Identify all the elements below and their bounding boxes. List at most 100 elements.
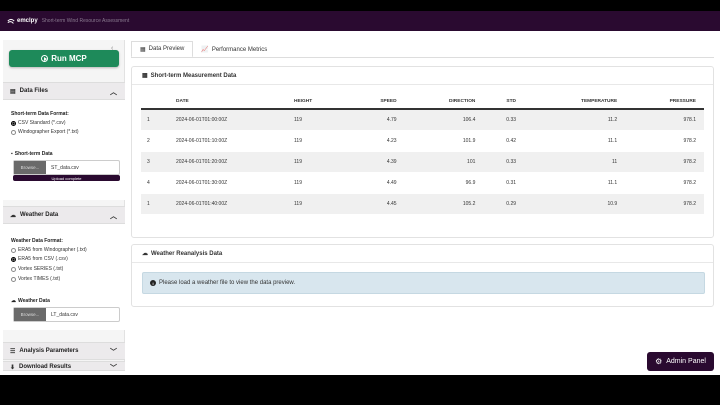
table-cell: 101 xyxy=(404,151,484,173)
gear-icon: ⚙ xyxy=(655,357,663,366)
table-cell: 96.9 xyxy=(404,172,484,194)
st-file-input[interactable]: Browse... ST_data.csv xyxy=(13,160,120,175)
st-filename: ST_data.csv xyxy=(51,164,79,171)
column-header[interactable]: PRESSURE xyxy=(625,94,704,110)
table-cell: 119 xyxy=(294,130,349,152)
column-header[interactable]: SPEED xyxy=(349,94,405,110)
admin-panel-button[interactable]: ⚙ Admin Panel xyxy=(647,352,714,371)
radio-era5-csv[interactable]: ERA5 from CSV (.csv) xyxy=(11,256,68,262)
data-files-header[interactable]: ▤ Data Files ︿ xyxy=(3,82,125,100)
table-row: 2 2024-06-01T01:10:00Z 119 4.23 101.9 0.42 11.… xyxy=(141,130,704,152)
weather-data-header[interactable]: ☁ Weather Data ︿ xyxy=(3,206,125,224)
play-icon xyxy=(41,55,49,62)
table-cell: 2024-06-01T01:30:00Z xyxy=(169,172,294,194)
table-cell: 119 xyxy=(294,172,349,194)
st-format-label: Short-term Data Format: xyxy=(11,111,69,117)
table-cell: 978.2 xyxy=(625,193,704,215)
table-cell: 11.1 xyxy=(524,130,626,152)
weather-card: ☁ Weather Reanalysis Data i Please load … xyxy=(131,244,714,307)
analysis-parameters-header[interactable]: ☰ Analysis Parameters ﹀ xyxy=(3,342,125,360)
app-window: emclpy Short-term Wind Resource Assessme… xyxy=(0,11,720,375)
weather-upload-label: ☁ Weather Data xyxy=(11,298,50,304)
tab-bar: ▦ Data Preview 📈 Performance Metrics xyxy=(131,41,275,58)
table-cell: 4.79 xyxy=(349,109,405,131)
top-bar: emclpy Short-term Wind Resource Assessme… xyxy=(0,11,720,31)
info-icon: i xyxy=(150,280,156,286)
upload-icon: ▪ xyxy=(11,151,13,157)
short-term-card: ▦ Short-term Measurement Data DATE HEIGH… xyxy=(131,66,714,238)
table-cell: 978.2 xyxy=(625,130,704,152)
radio-unselected-icon xyxy=(11,247,16,253)
table-cell: 4.39 xyxy=(349,151,405,173)
table-cell: 11.1 xyxy=(524,172,626,194)
analysis-parameters-title: Analysis Parameters xyxy=(19,348,79,354)
file-icon: ▤ xyxy=(10,88,16,95)
data-files-title: Data Files xyxy=(19,88,49,94)
weather-card-header: ☁ Weather Reanalysis Data xyxy=(132,245,713,263)
table-cell: 0.31 xyxy=(483,172,525,194)
download-icon: ⬇ xyxy=(10,365,16,371)
table-cell: 4.23 xyxy=(349,130,405,152)
table-cell: 0.29 xyxy=(483,193,525,215)
column-header[interactable] xyxy=(141,94,169,110)
weather-format-label: Weather Data Format: xyxy=(11,238,63,244)
table-cell: 11 xyxy=(524,151,626,173)
radio-selected-icon xyxy=(11,256,16,262)
tab-data-preview[interactable]: ▦ Data Preview xyxy=(131,41,194,58)
table-cell: 4.45 xyxy=(349,193,405,215)
short-term-table: DATE HEIGHT SPEED DIRECTION STD TEMPERAT… xyxy=(141,94,704,215)
radio-unselected-icon xyxy=(11,266,16,272)
table-cell: 978.2 xyxy=(625,151,704,173)
table-cell: 101.9 xyxy=(404,130,484,152)
table-cell: 4.49 xyxy=(349,172,405,194)
table-cell: 1 xyxy=(141,109,169,131)
chart-icon: 📈 xyxy=(201,47,209,53)
weather-data-panel: Weather Data Format: ERA5 from Windograp… xyxy=(3,224,125,330)
table-row: 3 2024-06-01T01:20:00Z 119 4.39 101 0.33 11 978… xyxy=(141,151,704,173)
chevron-down-icon: ﹀ xyxy=(110,365,117,372)
table-cell: 0.42 xyxy=(483,130,525,152)
column-header[interactable]: DIRECTION xyxy=(404,94,484,110)
download-results-header[interactable]: ⬇ Download Results ﹀ xyxy=(3,361,125,372)
table-cell: 2024-06-01T01:10:00Z xyxy=(169,130,294,152)
radio-vortex-series[interactable]: Vortex SERIES (.txt) xyxy=(11,266,63,272)
sliders-icon: ☰ xyxy=(10,348,16,355)
tab-divider xyxy=(131,57,714,58)
chevron-up-icon: ︿ xyxy=(110,213,117,220)
screen: emclpy Short-term Wind Resource Assessme… xyxy=(0,0,720,405)
column-header[interactable]: STD xyxy=(483,94,525,110)
table-row: 4 2024-06-01T01:30:00Z 119 4.49 96.9 0.31 11.1… xyxy=(141,172,704,194)
table-cell: 2 xyxy=(141,130,169,152)
radio-csv-standard[interactable]: CSV Standard (*.csv) xyxy=(11,120,66,126)
browse-button[interactable]: Browse... xyxy=(14,161,46,174)
table-cell: 0.33 xyxy=(483,109,525,131)
chevron-up-icon: ︿ xyxy=(110,89,117,96)
app-subtitle: Short-term Wind Resource Assessment xyxy=(41,18,130,24)
radio-windographer-export[interactable]: Windographer Export (*.txt) xyxy=(11,129,79,135)
table-icon: ▦ xyxy=(140,46,146,53)
cloud-icon: ☁ xyxy=(10,212,16,219)
tab-performance-metrics[interactable]: 📈 Performance Metrics xyxy=(193,41,275,58)
radio-era5-windographer[interactable]: ERA5 from Windographer (.txt) xyxy=(11,247,87,253)
browse-button[interactable]: Browse... xyxy=(14,308,46,321)
data-files-panel: Short-term Data Format: CSV Standard (*.… xyxy=(3,100,125,200)
run-mcp-button[interactable]: Run MCP xyxy=(9,50,119,67)
table-cell: 119 xyxy=(294,109,349,131)
wind-logo-icon xyxy=(7,18,15,24)
table-cell: 1 xyxy=(141,193,169,215)
radio-selected-icon xyxy=(11,120,16,126)
table-cell: 2024-06-01T01:40:00Z xyxy=(169,193,294,215)
table-cell: 106.4 xyxy=(404,109,484,131)
table-cell: 0.33 xyxy=(483,151,525,173)
weather-file-input[interactable]: Browse... LT_data.csv xyxy=(13,307,120,322)
table-cell: 3 xyxy=(141,151,169,173)
radio-vortex-times[interactable]: Vortex TIMES (.txt) xyxy=(11,276,60,282)
column-header[interactable]: DATE xyxy=(169,94,294,110)
column-header[interactable]: HEIGHT xyxy=(294,94,349,110)
download-results-title: Download Results xyxy=(19,364,72,370)
table-header-row: DATE HEIGHT SPEED DIRECTION STD TEMPERAT… xyxy=(141,94,704,110)
upload-progress-bar: Upload complete xyxy=(13,175,120,181)
weather-data-title: Weather Data xyxy=(20,212,59,218)
chevron-down-icon: ﹀ xyxy=(110,349,117,356)
column-header[interactable]: TEMPERATURE xyxy=(524,94,626,110)
